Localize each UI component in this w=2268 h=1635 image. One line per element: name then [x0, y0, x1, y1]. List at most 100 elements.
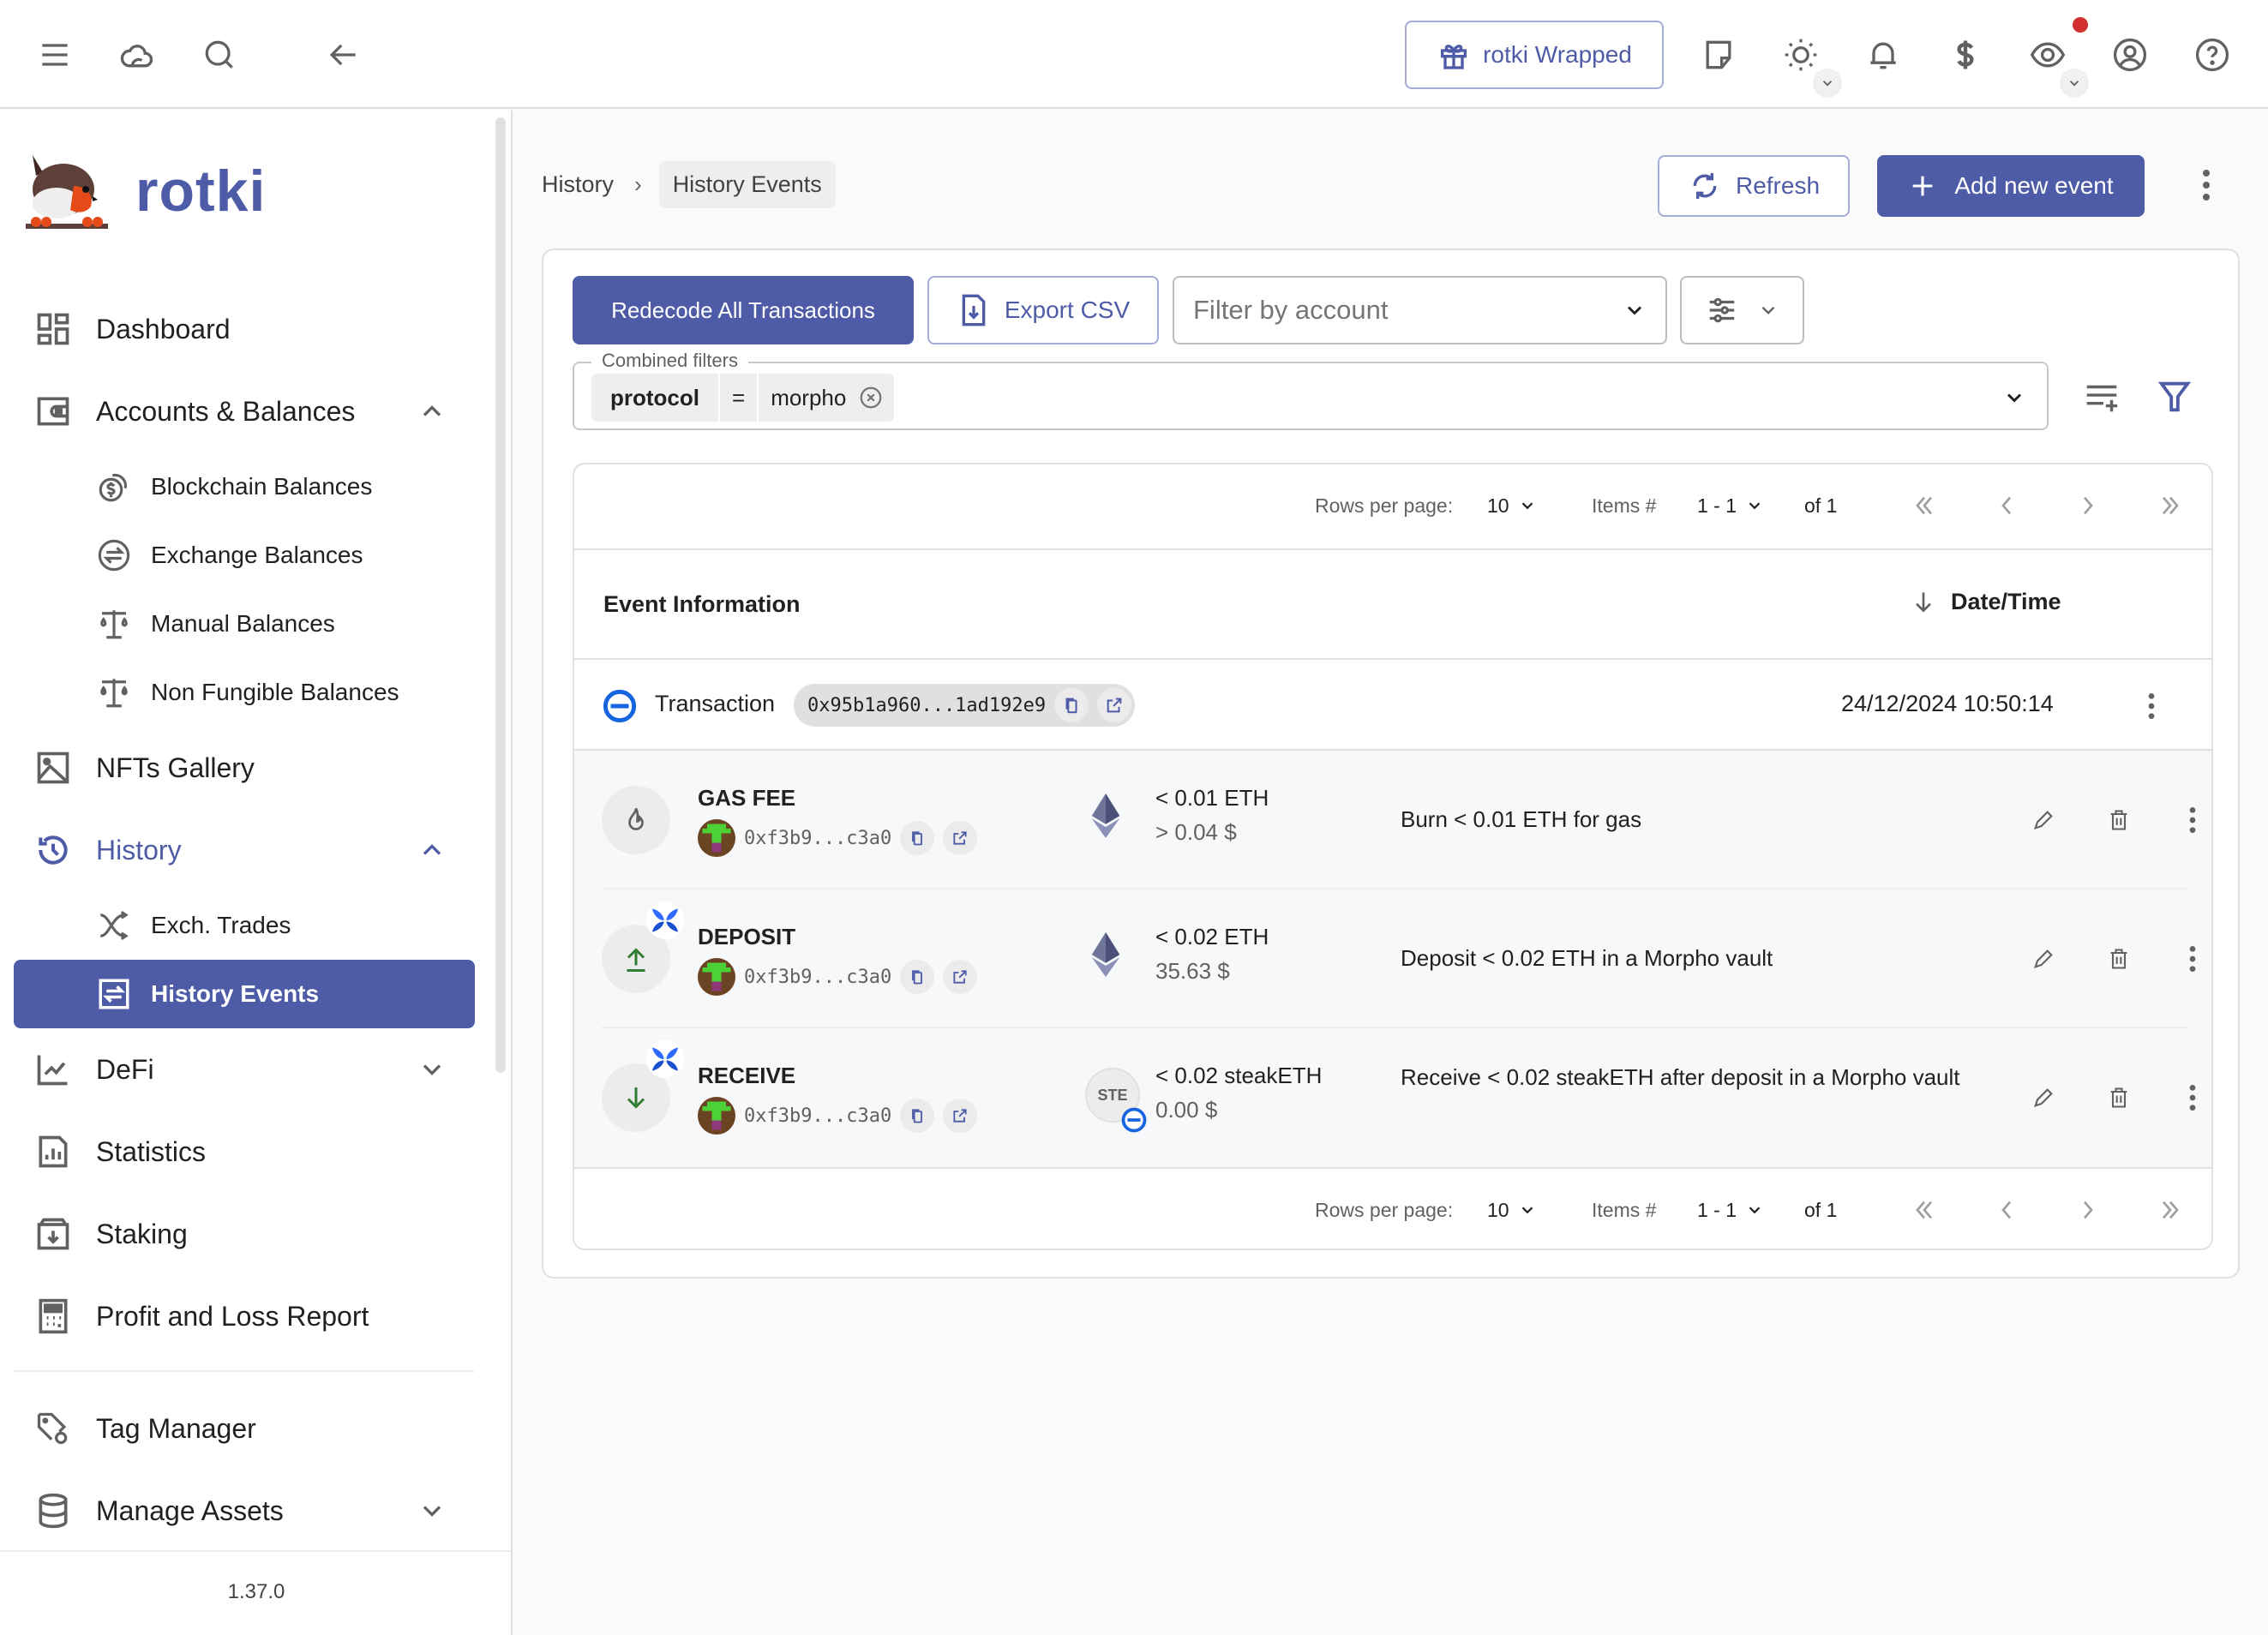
- sidebar-item-label: History Events: [151, 980, 320, 1007]
- delete-trash-icon[interactable]: [2102, 942, 2136, 976]
- last-page-icon[interactable]: [2153, 1193, 2187, 1227]
- external-link-icon[interactable]: [1097, 688, 1132, 722]
- bell-icon[interactable]: [1861, 33, 1905, 77]
- privacy-menu-chevron-icon[interactable]: [2060, 69, 2089, 98]
- refresh-button[interactable]: Refresh: [1658, 155, 1850, 217]
- menu-icon[interactable]: [33, 33, 77, 77]
- sidebar-item-exch-trades[interactable]: Exch. Trades: [14, 891, 475, 960]
- sidebar: rotki Dashboard Accounts & Balances Bloc…: [0, 111, 513, 1635]
- external-link-icon[interactable]: [943, 1099, 978, 1133]
- copy-icon[interactable]: [900, 1099, 935, 1133]
- sidebar-item-history[interactable]: History: [14, 816, 475, 884]
- sidebar-item-accounts-balances[interactable]: Accounts & Balances: [14, 377, 475, 446]
- event-address: 0xf3b9...c3a0: [698, 958, 978, 996]
- rotki-wrapped-button[interactable]: rotki Wrapped: [1405, 21, 1664, 89]
- rows-per-page-select[interactable]: 10: [1487, 494, 1537, 518]
- search-icon[interactable]: [197, 33, 242, 77]
- edit-pencil-icon[interactable]: [2026, 803, 2061, 837]
- rows-per-page-value: 10: [1487, 494, 1509, 517]
- page-more-menu-icon[interactable]: [2189, 159, 2223, 211]
- copy-icon[interactable]: [900, 960, 935, 994]
- edit-pencil-icon[interactable]: [2026, 1081, 2061, 1115]
- sidebar-item-exchange-balances[interactable]: Exchange Balances: [14, 521, 475, 590]
- rows-per-page-label: Rows per page:: [1315, 494, 1454, 517]
- transaction-more-icon[interactable]: [2134, 680, 2169, 732]
- event-more-icon[interactable]: [2175, 803, 2210, 837]
- theme-menu-chevron-icon[interactable]: [1813, 69, 1842, 98]
- external-link-icon[interactable]: [943, 960, 978, 994]
- breadcrumb-current: History Events: [658, 161, 836, 208]
- items-range-select[interactable]: 1 - 1: [1697, 494, 1764, 518]
- sidebar-item-profit-loss-report[interactable]: Profit and Loss Report: [14, 1282, 475, 1351]
- event-more-icon[interactable]: [2175, 942, 2210, 976]
- copy-icon[interactable]: [900, 821, 935, 855]
- help-icon[interactable]: [2190, 33, 2235, 77]
- edit-pencil-icon[interactable]: [2026, 942, 2061, 976]
- filter-icon[interactable]: [2155, 377, 2194, 416]
- currency-dollar-icon[interactable]: [1943, 33, 1988, 77]
- app-version: 1.37.0: [227, 1580, 285, 1603]
- event-description: Deposit < 0.02 ETH in a Morpho vault: [1401, 945, 1773, 971]
- sidebar-item-history-events[interactable]: History Events: [14, 960, 475, 1028]
- refresh-icon: [1693, 173, 1717, 199]
- eth-asset-icon: [1080, 790, 1131, 841]
- chevron-down-icon[interactable]: [2002, 386, 2026, 410]
- sidebar-item-manual-balances[interactable]: Manual Balances: [14, 590, 475, 658]
- copy-icon[interactable]: [1054, 688, 1089, 722]
- privacy-eye-icon[interactable]: [2025, 33, 2070, 77]
- combined-filters-field[interactable]: Combined filters protocol = morpho: [573, 350, 2049, 430]
- export-csv-button[interactable]: Export CSV: [927, 276, 1159, 344]
- exchange-icon: [98, 539, 130, 572]
- prev-page-icon[interactable]: [1989, 1193, 2024, 1227]
- morpho-protocol-icon: [646, 901, 684, 939]
- breadcrumb-parent[interactable]: History: [542, 171, 614, 198]
- sidebar-item-label: Manage Assets: [96, 1494, 284, 1526]
- delete-trash-icon[interactable]: [2102, 803, 2136, 837]
- next-page-icon[interactable]: [2071, 488, 2105, 523]
- sidebar-item-label: Non Fungible Balances: [151, 679, 399, 705]
- next-page-icon[interactable]: [2071, 1193, 2105, 1227]
- event-row: DEPOSIT 0xf3b9...c3a0 < 0.02 ETH 35.63 $…: [574, 889, 2211, 1028]
- combined-filters-label: Combined filters: [591, 350, 748, 372]
- back-arrow-icon[interactable]: [321, 33, 365, 77]
- sidebar-item-label: Manual Balances: [151, 610, 335, 637]
- delete-trash-icon[interactable]: [2102, 1081, 2136, 1115]
- save-filter-icon[interactable]: [2082, 377, 2121, 416]
- rows-per-page-label: Rows per page:: [1315, 1198, 1454, 1221]
- sidebar-item-nfts-gallery[interactable]: NFTs Gallery: [14, 734, 475, 802]
- redecode-all-button[interactable]: Redecode All Transactions: [573, 276, 914, 344]
- sidebar-item-statistics[interactable]: Statistics: [14, 1117, 475, 1186]
- items-range-select[interactable]: 1 - 1: [1697, 1199, 1764, 1222]
- external-link-icon[interactable]: [943, 821, 978, 855]
- account-icon[interactable]: [2108, 33, 2152, 77]
- event-more-icon[interactable]: [2175, 1081, 2210, 1115]
- first-page-icon[interactable]: [1907, 488, 1941, 523]
- sidebar-item-label: Accounts & Balances: [96, 395, 356, 427]
- filter-chip[interactable]: protocol = morpho: [591, 374, 895, 422]
- last-page-icon[interactable]: [2153, 488, 2187, 523]
- sidebar-item-staking[interactable]: Staking: [14, 1200, 475, 1268]
- column-settings-button[interactable]: [1680, 276, 1804, 344]
- prev-page-icon[interactable]: [1989, 488, 2024, 523]
- sidebar-item-defi[interactable]: DeFi: [14, 1035, 475, 1104]
- account-filter-select[interactable]: Filter by account: [1173, 276, 1667, 344]
- brand-logo[interactable]: rotki: [22, 148, 266, 234]
- sidebar-item-blockchain-balances[interactable]: Blockchain Balances: [14, 452, 475, 521]
- first-page-icon[interactable]: [1907, 1193, 1941, 1227]
- sidebar-item-tag-manager[interactable]: Tag Manager: [14, 1394, 475, 1463]
- sidebar-scrollbar[interactable]: [495, 117, 506, 1073]
- sidebar-item-dashboard[interactable]: Dashboard: [14, 295, 475, 363]
- theme-sun-icon[interactable]: [1779, 33, 1823, 77]
- chip-close-icon[interactable]: [858, 374, 894, 422]
- add-new-event-button[interactable]: Add new event: [1877, 155, 2145, 217]
- event-type: DEPOSIT: [698, 924, 796, 949]
- sidebar-item-manage-assets[interactable]: Manage Assets: [14, 1476, 475, 1545]
- cloud-icon[interactable]: [115, 33, 159, 77]
- sidebar-item-non-fungible-balances[interactable]: Non Fungible Balances: [14, 658, 475, 727]
- event-address-text: 0xf3b9...c3a0: [744, 966, 892, 988]
- rows-per-page-select[interactable]: 10: [1487, 1199, 1537, 1222]
- image-icon: [37, 752, 69, 784]
- sidebar-item-label: Statistics: [96, 1135, 207, 1167]
- column-datetime-sort[interactable]: Date/Time: [1910, 588, 2061, 615]
- note-icon[interactable]: [1696, 33, 1741, 77]
